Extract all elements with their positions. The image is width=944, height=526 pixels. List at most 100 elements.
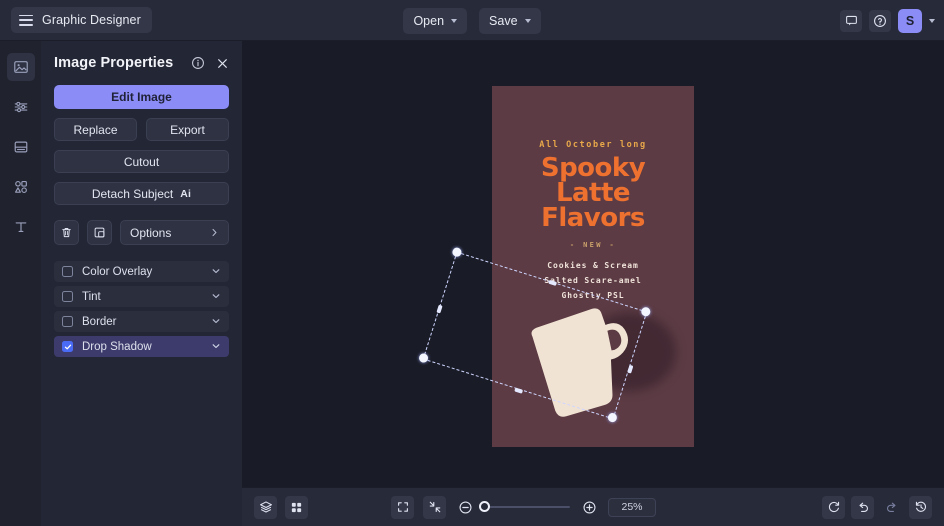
comment-icon (845, 15, 857, 26)
save-label: Save (489, 14, 518, 28)
chevron-down-icon[interactable] (211, 313, 221, 331)
check-icon (64, 344, 71, 349)
chevron-down-icon[interactable] (211, 338, 221, 356)
redo-button[interactable] (880, 496, 903, 519)
options-button[interactable]: Options (120, 220, 229, 245)
zoom-slider-knob[interactable] (479, 501, 490, 512)
object-tools-row: Options (54, 220, 229, 245)
grid-button[interactable] (285, 495, 308, 519)
detach-subject-row: Detach Subject Ai (54, 182, 229, 205)
fit-content-button[interactable] (423, 495, 446, 519)
fit-frame-icon (397, 502, 408, 512)
poster-kicker: All October long (539, 140, 647, 150)
graphic-designer-app: Graphic Designer Open Save S Image Prope… (0, 0, 944, 526)
top-bar-right: S (840, 0, 935, 41)
layers-icon (259, 501, 272, 513)
duplicate-button[interactable] (87, 220, 112, 245)
undo-button[interactable] (851, 495, 874, 519)
save-button[interactable]: Save (479, 8, 541, 34)
detach-subject-label: Detach Subject (91, 186, 174, 201)
reset-button[interactable] (822, 495, 845, 519)
layout-icon (14, 141, 27, 153)
fit-content-icon (429, 501, 440, 513)
selection-handle-top-left[interactable] (451, 246, 463, 258)
open-button[interactable]: Open (403, 8, 468, 34)
sliders-icon (14, 101, 27, 113)
sidebar-item-layout[interactable] (7, 133, 35, 161)
zoom-out-icon (458, 500, 472, 514)
help-button[interactable] (869, 9, 891, 32)
duplicate-icon (94, 227, 105, 238)
detach-subject-button[interactable]: Detach Subject Ai (54, 182, 229, 205)
tool-rail (0, 41, 41, 526)
drop-shadow-checkbox[interactable] (62, 341, 73, 352)
selection-handle-bottom-left[interactable] (417, 352, 430, 364)
sidebar-item-adjust[interactable] (7, 93, 35, 121)
avatar-chevron-down-icon[interactable] (929, 18, 935, 23)
comment-button[interactable] (840, 9, 862, 32)
cutout-row: Cutout (54, 150, 229, 173)
export-button[interactable]: Export (146, 118, 229, 141)
poster-title-line-3: Flavors (541, 203, 645, 233)
undo-icon (858, 502, 868, 513)
zoom-in-button[interactable] (579, 497, 599, 517)
cutout-button[interactable]: Cutout (54, 150, 229, 173)
effects-list: Color Overlay Tint Border Drop Shadow (54, 261, 229, 357)
edit-image-button[interactable]: Edit Image (54, 85, 229, 109)
bottom-bar: 25% (242, 487, 944, 526)
shapes-icon (14, 181, 27, 194)
zoom-slider[interactable] (479, 501, 570, 512)
border-checkbox[interactable] (62, 316, 73, 327)
hamburger-icon[interactable] (19, 14, 33, 26)
history-button[interactable] (909, 495, 932, 519)
panel-header: Image Properties (54, 41, 229, 85)
ai-badge: Ai (180, 187, 192, 200)
app-title: Graphic Designer (42, 13, 141, 27)
chevron-down-icon[interactable] (211, 263, 221, 281)
trash-icon (62, 228, 71, 238)
info-circle-icon[interactable] (191, 56, 205, 70)
effect-label: Tint (82, 290, 101, 303)
grid-icon (291, 502, 302, 512)
effect-row-color-overlay[interactable]: Color Overlay (54, 261, 229, 282)
avatar[interactable]: S (898, 8, 922, 33)
replace-export-row: Replace Export (54, 118, 229, 141)
poster-title: Spooky Latte Flavors (492, 155, 694, 233)
effect-label: Color Overlay (82, 265, 153, 278)
zoom-out-button[interactable] (455, 497, 475, 517)
tint-checkbox[interactable] (62, 291, 73, 302)
color-overlay-checkbox[interactable] (62, 266, 73, 277)
history-icon (915, 501, 926, 512)
open-label: Open (413, 14, 445, 28)
chevron-down-icon[interactable] (211, 288, 221, 306)
chevron-down-icon (451, 19, 458, 23)
options-label: Options (130, 225, 172, 240)
layers-button[interactable] (254, 495, 277, 519)
effect-label: Drop Shadow (82, 340, 152, 353)
zoom-level-input[interactable]: 25% (608, 497, 656, 517)
replace-button[interactable]: Replace (54, 118, 137, 141)
redo-icon (886, 502, 896, 513)
effect-row-drop-shadow[interactable]: Drop Shadow (54, 336, 229, 357)
selection-handle-middle-left[interactable] (436, 304, 443, 314)
sidebar-item-text[interactable] (7, 213, 35, 241)
effect-row-border[interactable]: Border (54, 311, 229, 332)
help-circle-icon (874, 14, 886, 27)
app-menu-chip[interactable]: Graphic Designer (11, 7, 152, 33)
bottom-bar-left (254, 495, 308, 519)
fit-frame-button[interactable] (391, 495, 414, 519)
page-title: Image Properties (54, 55, 174, 71)
sidebar-item-image[interactable] (6, 53, 35, 81)
image-icon (13, 61, 28, 73)
sidebar-item-elements[interactable] (7, 173, 35, 201)
zoom-in-icon (582, 500, 596, 514)
panel-header-actions (191, 56, 229, 70)
poster-new-label: - NEW - (569, 241, 617, 249)
chevron-down-icon (524, 19, 531, 23)
close-icon[interactable] (216, 57, 229, 70)
delete-button[interactable] (54, 220, 79, 245)
poster-flavor-1: Cookies & Scream (547, 261, 639, 270)
top-bar: Graphic Designer Open Save S (0, 0, 944, 41)
canvas-area[interactable]: All October long Spooky Latte Flavors - … (242, 41, 944, 487)
effect-row-tint[interactable]: Tint (54, 286, 229, 307)
